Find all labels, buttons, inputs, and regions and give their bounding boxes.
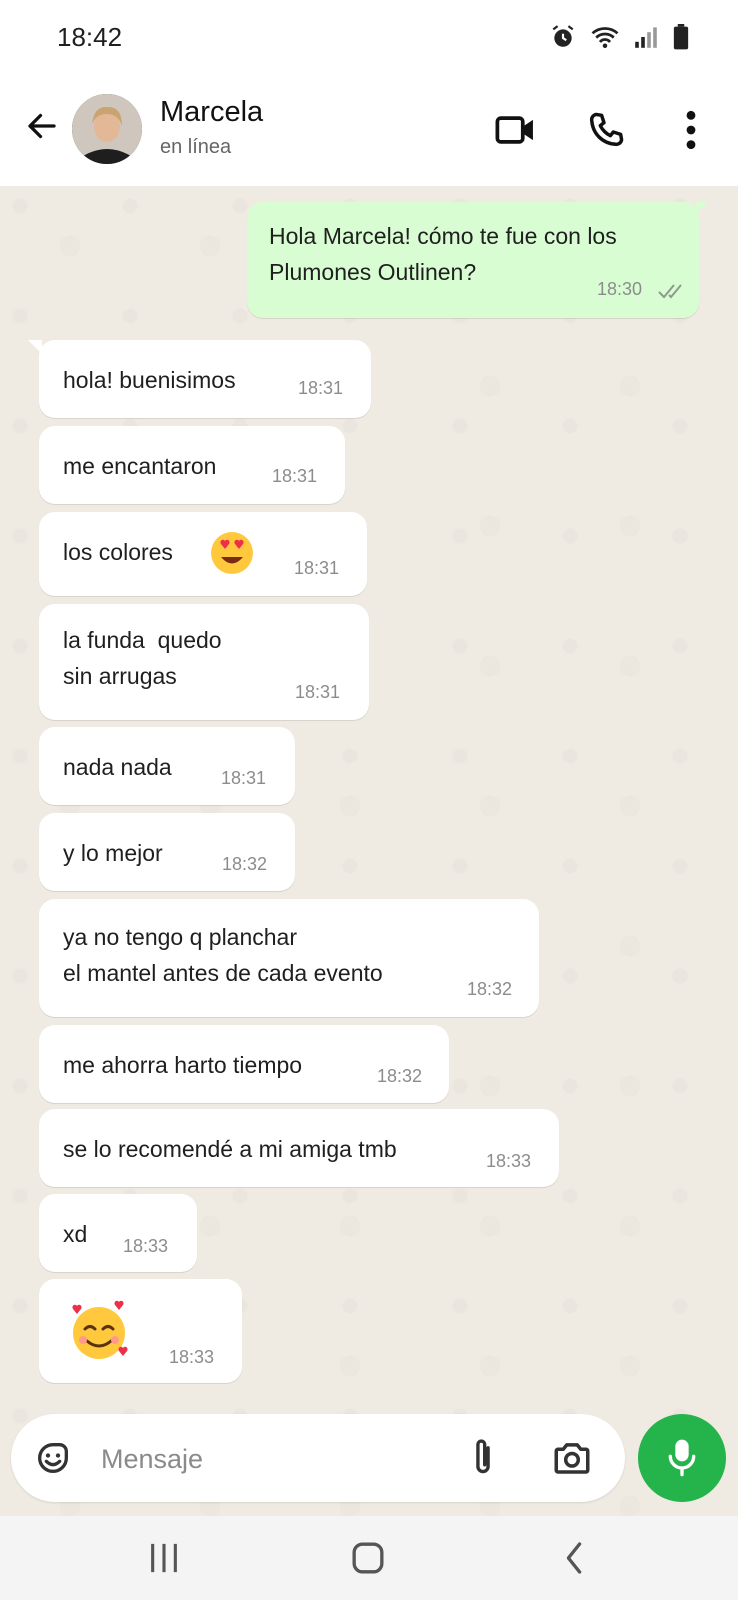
heart-eyes-emoji xyxy=(211,532,253,574)
message-time: 18:31 xyxy=(221,768,267,788)
message-time: 18:32 xyxy=(222,854,268,874)
message-text: me ahorra harto tiempo xyxy=(63,1052,303,1078)
attach-icon[interactable] xyxy=(465,1436,501,1480)
sticker-icon[interactable] xyxy=(33,1438,73,1478)
mic-icon xyxy=(668,1439,696,1477)
phone-icon[interactable] xyxy=(584,108,628,152)
message-bubble-incoming[interactable]: los colores 18:31 xyxy=(39,512,367,596)
message-bubble-outgoing[interactable]: Hola Marcela! cómo te fue con los Plumon… xyxy=(247,202,708,318)
message-composer xyxy=(11,1414,625,1502)
message-bubble-incoming[interactable]: me encantaron 18:31 xyxy=(39,426,345,504)
message-time: 18:31 xyxy=(272,466,318,486)
message-time: 18:31 xyxy=(294,558,340,578)
message-time: 18:31 xyxy=(298,378,344,398)
status-time: 18:42 xyxy=(57,22,123,52)
message-time: 18:31 xyxy=(295,682,341,702)
signal-icon xyxy=(635,27,657,48)
status-icons xyxy=(550,24,690,50)
chat-header: Marcela en línea xyxy=(0,78,738,187)
message-bubble-incoming[interactable]: nada nada 18:31 xyxy=(39,727,295,805)
back-arrow-icon[interactable] xyxy=(24,108,60,144)
camera-icon[interactable] xyxy=(551,1437,593,1479)
system-navigation-bar xyxy=(0,1516,738,1600)
message-text: ya no tengo q planchar el mantel antes d… xyxy=(63,924,383,986)
wifi-icon xyxy=(591,27,619,48)
mic-button[interactable] xyxy=(638,1414,726,1502)
message-bubble-incoming[interactable]: 18:33 xyxy=(39,1279,242,1383)
message-time: 18:33 xyxy=(169,1347,215,1367)
chat-area[interactable]: Hola Marcela! cómo te fue con los Plumon… xyxy=(0,186,738,1516)
message-bubble-incoming[interactable]: hola! buenisimos 18:31 xyxy=(28,340,371,418)
contact-name[interactable]: Marcela xyxy=(160,96,263,129)
message-bubble-incoming[interactable]: xd 18:33 xyxy=(39,1194,197,1272)
back-nav-icon[interactable] xyxy=(560,1538,588,1578)
battery-icon xyxy=(673,24,689,50)
alarm-icon xyxy=(552,25,574,47)
message-time: 18:33 xyxy=(123,1236,169,1256)
message-time: 18:30 xyxy=(597,279,643,299)
message-text: se lo recomendé a mi amiga tmb xyxy=(63,1136,397,1162)
avatar[interactable] xyxy=(72,94,142,164)
home-icon[interactable] xyxy=(350,1538,386,1578)
read-receipt-icon xyxy=(658,284,682,299)
message-bubble-incoming[interactable]: me ahorra harto tiempo 18:32 xyxy=(39,1025,449,1103)
message-bubble-incoming[interactable]: y lo mejor 18:32 xyxy=(39,813,295,891)
smiling-face-with-hearts-emoji xyxy=(72,1300,128,1359)
message-bubble-incoming[interactable]: ya no tengo q planchar el mantel antes d… xyxy=(39,899,539,1017)
status-bar: 18:42 xyxy=(0,0,738,78)
message-text: los colores xyxy=(63,539,173,565)
message-time: 18:32 xyxy=(467,979,513,999)
message-time: 18:32 xyxy=(377,1066,423,1086)
video-call-icon[interactable] xyxy=(494,108,538,152)
message-time: 18:33 xyxy=(486,1151,532,1171)
message-bubble-incoming[interactable]: se lo recomendé a mi amiga tmb 18:33 xyxy=(39,1109,559,1187)
more-vert-icon[interactable] xyxy=(676,108,706,152)
message-bubble-incoming[interactable]: la funda quedo sin arrugas 18:31 xyxy=(39,604,369,720)
message-input[interactable] xyxy=(99,1440,463,1478)
contact-status: en línea xyxy=(160,136,232,158)
recent-apps-icon[interactable] xyxy=(147,1538,181,1578)
